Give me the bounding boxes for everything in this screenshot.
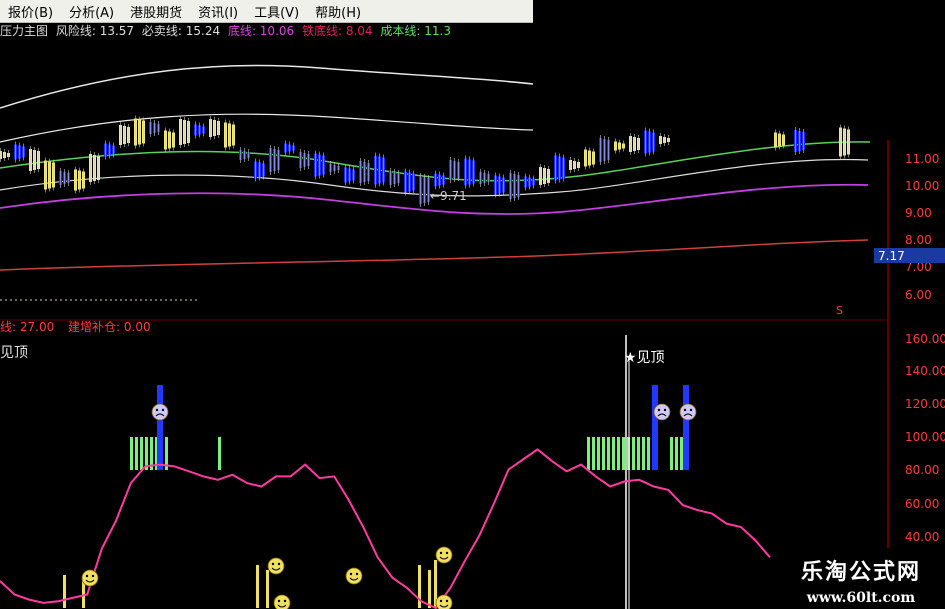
- stock-chart: ←9.71 11.00 10.00 9.00 8.00 7.00 6.00 7.…: [0, 64, 945, 609]
- price-tick-8: 8.00: [905, 233, 932, 247]
- osc-tick-40: 40.00: [905, 530, 939, 544]
- oscillator-axis-ticks: 160.00 140.00 120.00 100.00 80.00 60.00 …: [905, 332, 945, 544]
- price-tag-value: 7.17: [878, 249, 905, 263]
- face-eye: [91, 574, 95, 578]
- legend-osc-line: 线: 27.00: [0, 320, 55, 334]
- axis-marker-s: S: [836, 304, 843, 317]
- signal-bar-green: [612, 437, 615, 470]
- signal-bar-green: [587, 437, 590, 470]
- top-signal-right: ★见顶: [624, 350, 665, 366]
- signal-bar-green: [130, 437, 133, 470]
- smiley-face-icon: [435, 546, 453, 564]
- signal-bar-green: [642, 437, 645, 470]
- face-eye: [657, 408, 661, 412]
- signal-bar-yellow: [63, 575, 66, 608]
- signal-bar-yellow: [256, 565, 259, 608]
- price-tick-9: 9.00: [905, 206, 932, 220]
- signal-bar-green: [680, 437, 683, 470]
- signal-bar-green: [622, 437, 625, 470]
- price-tick-6: 6.00: [905, 288, 932, 302]
- face-eye: [355, 572, 359, 576]
- signal-bar-green: [607, 437, 610, 470]
- signal-bar-blue: [157, 385, 163, 470]
- signal-bar-green: [617, 437, 620, 470]
- signal-bar-green: [675, 437, 678, 470]
- smiley-face-icon: [345, 567, 363, 585]
- watermark-logo-text: 乐淘公式网: [800, 560, 921, 585]
- smiley-face-icon: [267, 557, 285, 575]
- face-eye: [439, 551, 443, 555]
- signal-bar-green: [135, 437, 138, 470]
- signal-bar-green: [140, 437, 143, 470]
- sad-face-icon: [679, 403, 697, 421]
- signal-bar-blue: [652, 385, 658, 470]
- price-axis-ticks: 11.00 10.00 9.00 8.00 7.00 6.00: [905, 152, 939, 302]
- risk-line: [0, 113, 534, 143]
- signal-bar-green: [597, 437, 600, 470]
- osc-tick-160: 160.00: [905, 332, 945, 346]
- watermark-url: www.60lt.com: [806, 590, 916, 606]
- signal-bar-green: [637, 437, 640, 470]
- oscillator-line: [0, 448, 771, 609]
- signal-bar-green: [592, 437, 595, 470]
- face-eye: [155, 408, 159, 412]
- face-eye: [439, 599, 443, 603]
- signal-faces: [81, 403, 697, 609]
- face-eye: [85, 574, 89, 578]
- low-price-marker: ←9.71: [430, 189, 467, 203]
- price-tick-11: 11.00: [905, 152, 939, 166]
- face-eye: [283, 599, 287, 603]
- face-eye: [445, 551, 449, 555]
- signal-bar-yellow: [428, 570, 431, 608]
- signal-bar-yellow: [266, 570, 269, 608]
- face-eye: [277, 562, 281, 566]
- face-eye: [689, 408, 693, 412]
- legend-add-position: 建增补仓: 0.00: [68, 320, 151, 334]
- face-eye: [271, 562, 275, 566]
- face-eye: [663, 408, 667, 412]
- signal-bar-green: [632, 437, 635, 470]
- iron-bottom-line: [0, 239, 869, 271]
- signal-bar-green: [647, 437, 650, 470]
- osc-tick-100: 100.00: [905, 430, 945, 444]
- resistance-line: [0, 64, 534, 109]
- face-eye: [277, 599, 281, 603]
- osc-tick-120: 120.00: [905, 397, 945, 411]
- smiley-face-icon: [81, 569, 99, 587]
- face-eye: [349, 572, 353, 576]
- osc-tick-140: 140.00: [905, 364, 945, 378]
- price-tick-10: 10.00: [905, 179, 939, 193]
- signal-bar-green: [670, 437, 673, 470]
- oscillator-legend: 线: 27.00 建增补仓: 0.00: [0, 318, 161, 334]
- signal-bar-green: [218, 437, 221, 470]
- face-eye: [683, 408, 687, 412]
- face-eye: [445, 599, 449, 603]
- site-watermark: 乐淘公式网 www.60lt.com: [777, 548, 945, 609]
- signal-bar-blue: [683, 385, 689, 470]
- sad-face-icon: [653, 403, 671, 421]
- signal-bar-green: [602, 437, 605, 470]
- osc-tick-80: 80.00: [905, 463, 939, 477]
- sad-face-icon: [151, 403, 169, 421]
- face-eye: [161, 408, 165, 412]
- top-signal-left: 见顶: [0, 345, 28, 361]
- osc-tick-60: 60.00: [905, 497, 939, 511]
